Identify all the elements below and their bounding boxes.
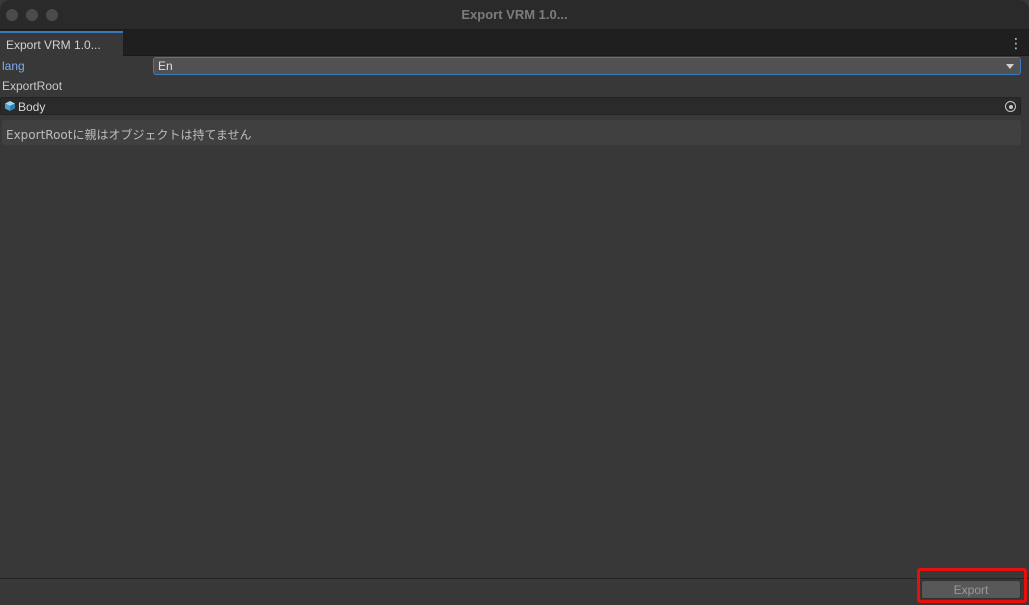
more-vertical-icon[interactable]: ⋮ [1009, 35, 1023, 51]
help-message-box: ExportRootに親はオブジェクトは持てません [2, 120, 1021, 145]
tab-bar: Export VRM 1.0... ⋮ [0, 30, 1029, 56]
window-title: Export VRM 1.0... [461, 7, 568, 22]
export-root-label: ExportRoot [2, 79, 63, 93]
lang-dropdown[interactable]: En [153, 57, 1021, 75]
export-root-object-field[interactable]: Body [0, 97, 1021, 115]
chevron-down-icon [1006, 64, 1014, 69]
help-message-text: ExportRootに親はオブジェクトは持てません [6, 128, 252, 142]
lang-label: lang [2, 59, 25, 73]
lang-row: lang En [0, 56, 1029, 76]
tab-export-vrm[interactable]: Export VRM 1.0... [0, 31, 123, 56]
export-root-object-name: Body [18, 100, 46, 114]
title-bar: Export VRM 1.0... [0, 0, 1029, 30]
prefab-cube-icon [5, 101, 15, 111]
footer-bar [0, 578, 1029, 605]
export-vrm-window: Export VRM 1.0... Export VRM 1.0... ⋮ la… [0, 0, 1029, 605]
highlight-annotation [917, 568, 1027, 603]
object-picker-icon[interactable] [1005, 101, 1016, 112]
lang-selected-value: En [158, 59, 173, 73]
